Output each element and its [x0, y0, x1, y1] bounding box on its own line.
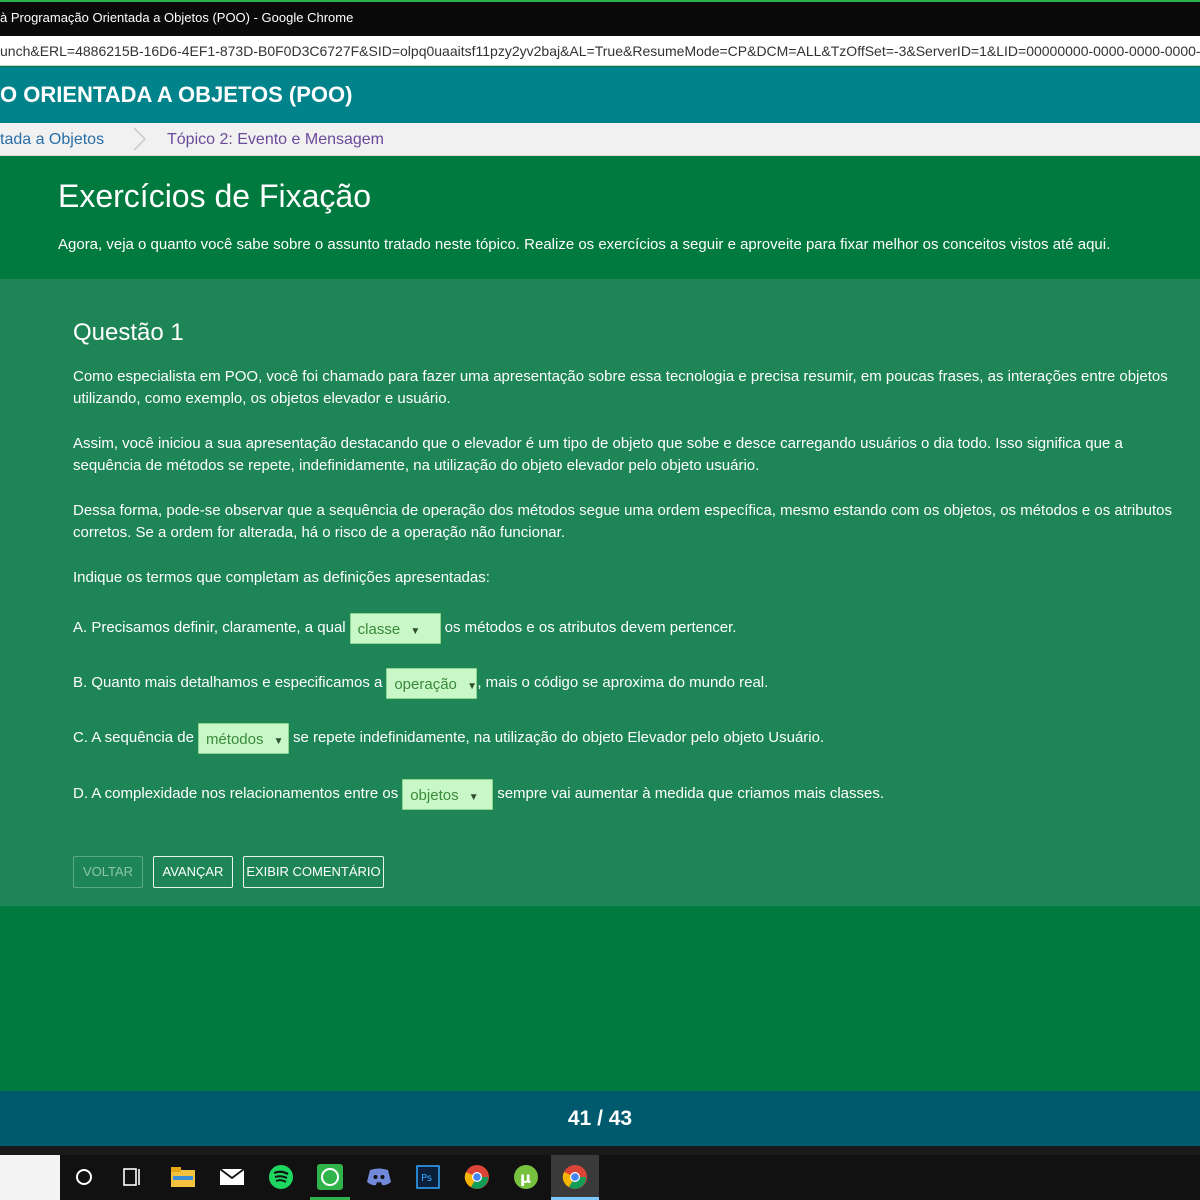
utorrent-icon[interactable]: µ	[510, 1161, 542, 1193]
question-paragraph: Assim, você iniciou a sua apresentação d…	[73, 435, 1123, 474]
breadcrumb: tada a Objetos Tópico 2: Evento e Mensag…	[0, 123, 1200, 156]
question-item-b: B. Quanto mais detalhamos e especificamo…	[73, 667, 768, 699]
pager-bar: 41 / 43	[0, 1091, 1200, 1146]
taskbar: Ps µ	[0, 1146, 1200, 1200]
svg-text:µ: µ	[520, 1169, 531, 1187]
cortana-icon[interactable]	[68, 1161, 100, 1193]
back-button[interactable]: VOLTAR	[73, 856, 143, 888]
dropdown-arrow-icon: ▼	[273, 735, 284, 747]
next-button[interactable]: AVANÇAR	[153, 856, 233, 888]
dropdown-value: classe	[357, 620, 401, 638]
url-text[interactable]: unch&ERL=4886215B-16D6-4EF1-873D-B0F0D3C…	[0, 43, 1200, 59]
intro-text: Agora, veja o quanto você sabe sobre o a…	[58, 236, 1111, 253]
answer-dropdown-d[interactable]: objetos ▼	[402, 778, 494, 810]
item-text-after: os métodos e os atributos devem pertence…	[444, 619, 737, 636]
address-bar[interactable]: unch&ERL=4886215B-16D6-4EF1-873D-B0F0D3C…	[0, 36, 1200, 66]
question-instruction: Indique os termos que completam as defin…	[73, 569, 490, 586]
question-item-d: D. A complexidade nos relacionamentos en…	[73, 778, 884, 810]
spotify-icon[interactable]	[265, 1161, 297, 1193]
discord-icon[interactable]	[363, 1161, 395, 1193]
dropdown-arrow-icon: ▼	[468, 791, 479, 803]
question-paragraph: Dessa forma, pode-se observar que a sequ…	[73, 502, 1172, 541]
dropdown-value: operação	[394, 675, 457, 693]
taskbar-search-box[interactable]	[0, 1155, 60, 1200]
course-header: O ORIENTADA A OBJETOS (POO)	[0, 67, 1200, 123]
dropdown-arrow-icon: ▼	[410, 625, 421, 637]
mail-icon[interactable]	[216, 1161, 248, 1193]
breadcrumb-item-topic[interactable]: Tópico 2: Evento e Mensagem	[167, 123, 384, 155]
show-comment-button[interactable]: EXIBIR COMENTÁRIO	[243, 856, 384, 888]
task-view-icon[interactable]	[116, 1161, 148, 1193]
dropdown-arrow-icon: ▼	[467, 680, 477, 692]
chrome-icon[interactable]	[461, 1161, 493, 1193]
file-explorer-icon[interactable]	[167, 1161, 199, 1193]
item-text-before: B. Quanto mais detalhamos e especificamo…	[73, 674, 383, 691]
dropdown-value: métodos	[205, 730, 264, 748]
titlebar-accent	[0, 0, 1200, 2]
question-paragraph: Como especialista em POO, você foi chama…	[73, 368, 1168, 407]
chrome-icon[interactable]	[559, 1161, 591, 1193]
chevron-right-icon	[133, 127, 147, 151]
item-text-after: sempre vai aumentar à medida que criamos…	[497, 785, 885, 802]
question-title: Questão 1	[73, 319, 184, 346]
answer-dropdown-a[interactable]: classe ▼	[349, 612, 441, 644]
photoshop-icon[interactable]: Ps	[412, 1161, 444, 1193]
item-text-after: , mais o código se aproxima do mundo rea…	[477, 674, 769, 691]
question-panel: Questão 1 Como especialista em POO, você…	[0, 279, 1200, 906]
item-text-before: A. Precisamos definir, claramente, a qua…	[73, 619, 346, 636]
item-text-before: C. A sequência de	[73, 729, 194, 746]
breadcrumb-item-course[interactable]: tada a Objetos	[0, 123, 104, 155]
taskbar-divider	[0, 1146, 1200, 1155]
item-text-before: D. A complexidade nos relacionamentos en…	[73, 785, 399, 802]
page-title: Exercícios de Fixação	[58, 178, 372, 214]
course-title: O ORIENTADA A OBJETOS (POO)	[0, 82, 353, 107]
question-item-a: A. Precisamos definir, claramente, a qua…	[73, 612, 736, 644]
question-item-c: C. A sequência de métodos ▼ se repete in…	[73, 722, 824, 754]
answer-dropdown-b[interactable]: operação ▼	[386, 667, 478, 699]
intro-section: Exercícios de Fixação Agora, veja o quan…	[0, 156, 1200, 279]
dropdown-value: objetos	[410, 786, 459, 804]
window-titlebar: à Programação Orientada a Objetos (POO) …	[0, 0, 1200, 36]
svg-text:Ps: Ps	[421, 1173, 432, 1184]
page-counter: 41 / 43	[567, 1107, 633, 1130]
whatsapp-icon[interactable]	[314, 1161, 346, 1193]
answer-dropdown-c[interactable]: métodos ▼	[197, 722, 289, 754]
item-text-after: se repete indefinidamente, na utilização…	[292, 729, 825, 746]
window-title: à Programação Orientada a Objetos (POO) …	[0, 10, 354, 25]
